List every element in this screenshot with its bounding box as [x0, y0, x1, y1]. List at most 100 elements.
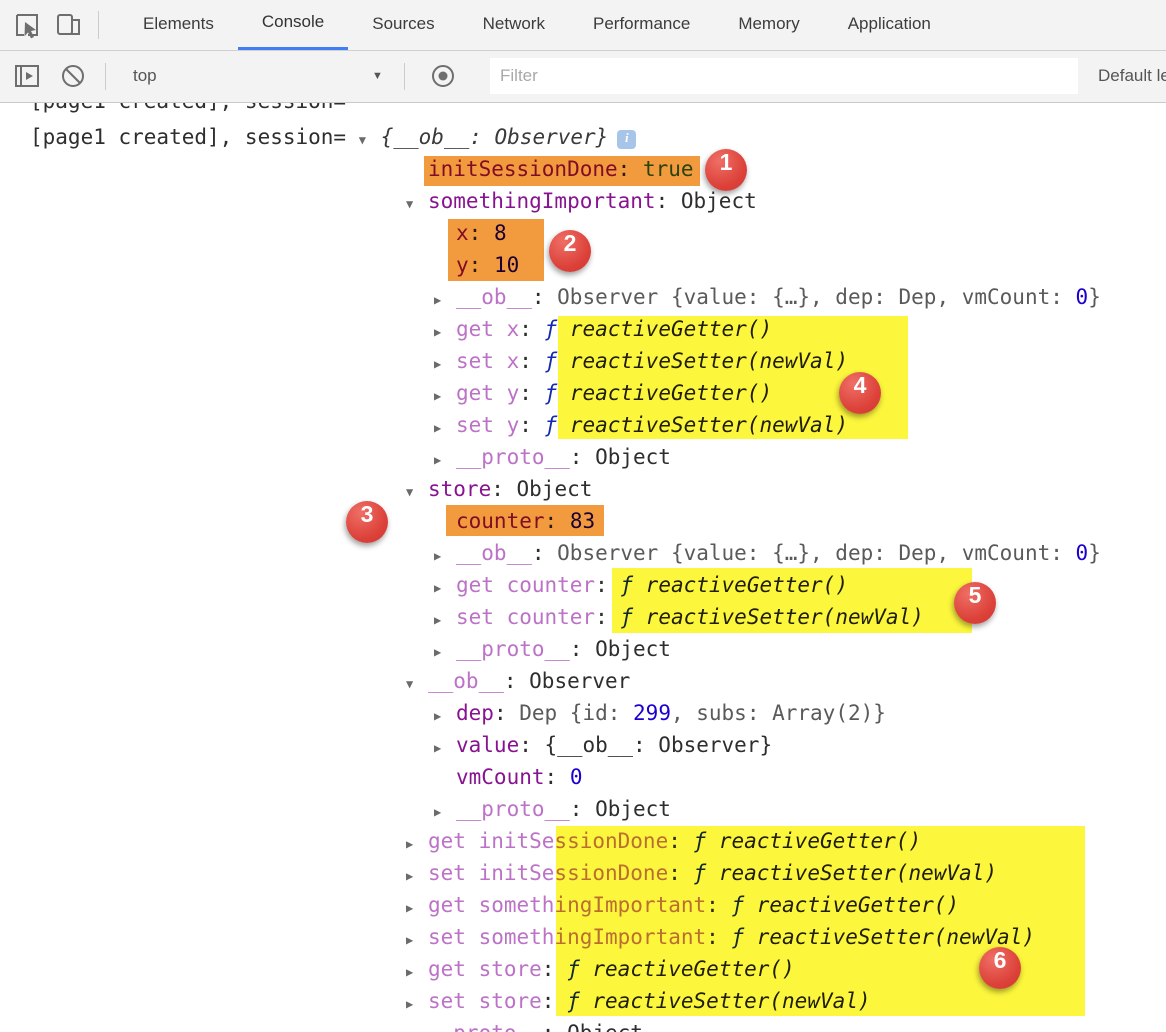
console-text-plain: :: [570, 797, 595, 821]
console-text-plain: :: [519, 349, 544, 373]
console-text-obj: {__ob__: Observer}: [545, 733, 773, 757]
highlight-counter: [446, 505, 604, 536]
devtools-tab-bar: ElementsConsoleSourcesNetworkPerformance…: [0, 0, 1166, 51]
console-row: ▼somethingImportant: Object: [406, 185, 757, 217]
console-text-plain: :: [519, 317, 544, 341]
console-text-obj: Object: [595, 445, 671, 469]
console-text-prev: }: [1088, 541, 1101, 565]
console-text-kdim: __ob__: [428, 669, 504, 693]
eye-icon[interactable]: [428, 61, 458, 91]
console-output: [page1 created], session=[page1 created]…: [0, 0, 1166, 1032]
highlight-getset-counter: [612, 568, 972, 633]
default-levels-dropdown[interactable]: Default levels: [1098, 51, 1166, 101]
annotation-badge-3: 3: [346, 501, 388, 543]
device-toolbar-icon[interactable]: [54, 10, 84, 40]
expand-arrow-icon[interactable]: ▶: [434, 732, 456, 764]
tab-memory[interactable]: Memory: [714, 0, 823, 50]
devtools-window: [page1 created], session=[page1 created]…: [0, 0, 1166, 1032]
tab-console[interactable]: Console: [238, 0, 348, 50]
expand-arrow-icon[interactable]: ▶: [434, 348, 456, 380]
console-text-kdim: set store: [428, 989, 542, 1013]
console-row: ▶__proto__: Object: [434, 633, 671, 665]
annotation-badge-6: 6: [979, 947, 1021, 989]
annotation-badge-4: 4: [839, 372, 881, 414]
console-text-kdim: get store: [428, 957, 542, 981]
console-text-plain: :: [519, 381, 544, 405]
annotation-badge-1: 1: [705, 149, 747, 191]
console-text-obj: Observer: [529, 669, 630, 693]
expand-arrow-icon[interactable]: ▶: [406, 860, 428, 892]
collapse-arrow-icon[interactable]: ▼: [406, 668, 428, 700]
console-text-plain: :: [491, 477, 516, 501]
inspect-icon[interactable]: [12, 10, 42, 40]
console-row: vmCount: 0: [434, 761, 582, 793]
expand-arrow-icon[interactable]: ▶: [434, 412, 456, 444]
console-text-num: 0: [570, 765, 583, 789]
console-row: ▶__ob__: Observer {value: {…}, dep: Dep,…: [434, 281, 1101, 313]
expand-arrow-icon[interactable]: ▶: [434, 284, 456, 316]
console-row: ▶__ob__: Observer {value: {…}, dep: Dep,…: [434, 537, 1101, 569]
expand-arrow-icon[interactable]: ▶: [434, 572, 456, 604]
tab-elements[interactable]: Elements: [119, 0, 238, 50]
console-text-obj: Object: [595, 797, 671, 821]
expand-arrow-icon[interactable]: ▶: [434, 444, 456, 476]
console-text-plain: :: [519, 413, 544, 437]
toolbar-separator: [105, 63, 106, 90]
toolbar-separator: [404, 63, 405, 90]
collapse-arrow-icon[interactable]: ▼: [406, 476, 428, 508]
filter-input[interactable]: [490, 58, 1078, 94]
console-sidebar-icon[interactable]: [12, 61, 42, 91]
console-text-obj: Object: [567, 1021, 643, 1032]
expand-arrow-icon[interactable]: ▶: [406, 924, 428, 956]
console-text-kdim: get counter: [456, 573, 595, 597]
expand-arrow-icon[interactable]: ▶: [434, 604, 456, 636]
console-text-num: 299: [633, 701, 671, 725]
console-text-kdim: __ob__: [456, 541, 532, 565]
toolbar-separator: [98, 11, 99, 39]
console-row: ▶value: {__ob__: Observer}: [434, 729, 772, 761]
console-text-key: vmCount: [456, 765, 545, 789]
console-text-prev: }: [1088, 285, 1101, 309]
tab-sources[interactable]: Sources: [348, 0, 458, 50]
console-text-obj: Object: [681, 189, 757, 213]
expand-arrow-icon[interactable]: ▶: [434, 636, 456, 668]
dropdown-caret-icon[interactable]: ▼: [372, 51, 383, 101]
console-text-prev: Dep {id:: [519, 701, 633, 725]
console-row: ▶__proto__: Object: [434, 441, 671, 473]
tab-performance[interactable]: Performance: [569, 0, 714, 50]
console-text-key: dep: [456, 701, 494, 725]
tab-application[interactable]: Application: [824, 0, 955, 50]
console-text-prev: , subs: Array(2)}: [671, 701, 886, 725]
console-text-kdim: get x: [456, 317, 519, 341]
expand-arrow-icon[interactable]: ▶: [434, 540, 456, 572]
expand-arrow-icon[interactable]: ▶: [434, 700, 456, 732]
console-text-plain: :: [504, 669, 529, 693]
highlight-x-y: [448, 219, 544, 281]
tab-network[interactable]: Network: [459, 0, 569, 50]
expand-arrow-icon[interactable]: ▶: [406, 892, 428, 924]
info-icon[interactable]: i: [617, 130, 636, 149]
console-text-kdim: __proto__: [456, 445, 570, 469]
collapse-arrow-icon[interactable]: ▼: [406, 188, 428, 220]
console-text-rootprev: {__ob__: Observer}: [381, 125, 609, 149]
expand-arrow-icon[interactable]: ▶: [406, 988, 428, 1020]
expand-arrow-icon[interactable]: ▶: [406, 1020, 428, 1032]
expand-arrow-icon[interactable]: ▶: [434, 796, 456, 828]
context-selector[interactable]: top: [133, 51, 157, 101]
console-text-kdim: set x: [456, 349, 519, 373]
collapse-arrow-icon[interactable]: ▼: [359, 124, 381, 156]
annotation-badge-5: 5: [954, 582, 996, 624]
expand-arrow-icon[interactable]: ▶: [406, 956, 428, 988]
clear-console-icon[interactable]: [58, 61, 88, 91]
expand-arrow-icon[interactable]: ▶: [434, 316, 456, 348]
console-text-plain: :: [570, 445, 595, 469]
console-text-prev: Observer {value: {…}, dep: Dep, vmCount:: [557, 541, 1075, 565]
expand-arrow-icon[interactable]: ▶: [434, 380, 456, 412]
console-row: [page1 created], session= ▼{__ob__: Obse…: [30, 121, 636, 153]
console-row: ▶__proto__: Object: [434, 793, 671, 825]
console-text-key: somethingImportant: [428, 189, 656, 213]
expand-arrow-icon[interactable]: ▶: [406, 828, 428, 860]
console-text-obj: Object: [517, 477, 593, 501]
console-text-prev: Observer {value: {…}, dep: Dep, vmCount:: [557, 285, 1075, 309]
console-text-kdim: set counter: [456, 605, 595, 629]
